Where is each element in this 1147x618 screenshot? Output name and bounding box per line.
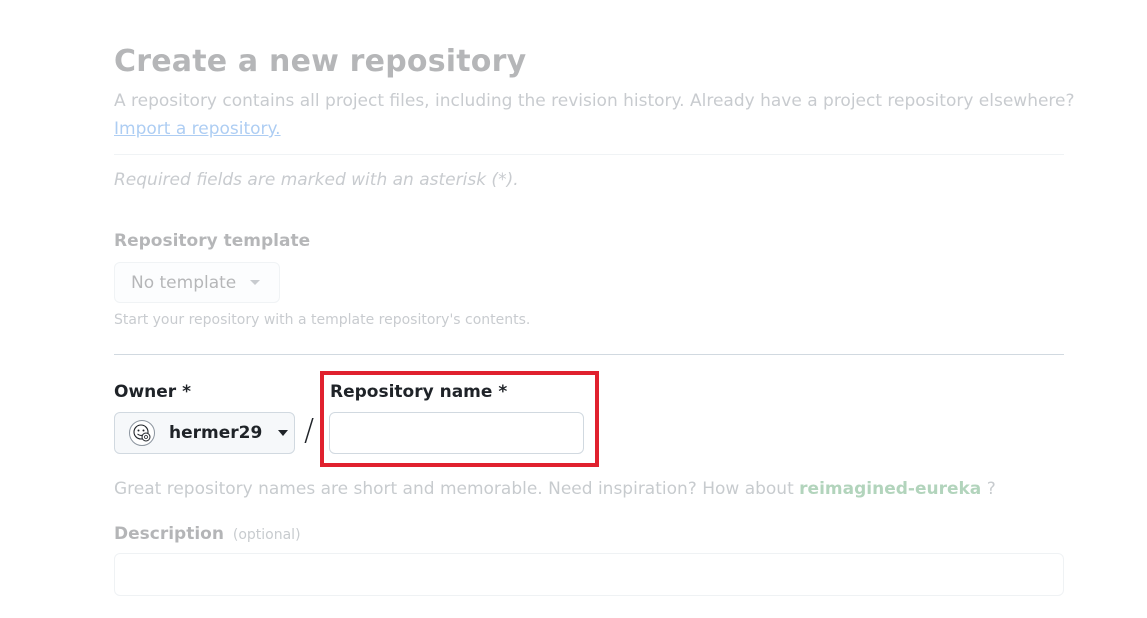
caret-down-icon — [250, 280, 261, 285]
owner-name: hermer29 — [169, 423, 263, 443]
repository-name-label: Repository name * — [330, 382, 508, 402]
required-fields-note: Required fields are marked with an aster… — [114, 170, 519, 190]
divider — [114, 154, 1064, 155]
owner-select-button[interactable]: hermer29 — [114, 412, 295, 454]
description-optional-tag: (optional) — [232, 527, 301, 543]
owner-repo-separator: / — [304, 413, 315, 448]
template-label: Repository template — [114, 231, 311, 251]
repository-name-input[interactable] — [329, 412, 584, 454]
page-title: Create a new repository — [114, 44, 527, 79]
divider — [114, 354, 1064, 355]
template-selected-value: No template — [131, 272, 237, 293]
avatar-icon — [129, 420, 155, 446]
description-label: Description (optional) — [114, 524, 301, 544]
name-hint-prefix: Great repository names are short and mem… — [114, 479, 794, 499]
template-select-button[interactable]: No template — [114, 262, 280, 303]
page-lead-text: A repository contains all project files,… — [114, 91, 1075, 111]
caret-down-icon — [278, 430, 289, 436]
description-label-text: Description — [114, 524, 224, 544]
template-hint: Start your repository with a template re… — [114, 312, 531, 328]
name-hint-suffix: ? — [986, 479, 996, 499]
description-input[interactable] — [114, 553, 1064, 596]
name-suggestion-link[interactable]: reimagined-eureka — [799, 479, 981, 499]
repository-name-hint: Great repository names are short and mem… — [114, 479, 996, 499]
owner-label: Owner * — [114, 382, 191, 402]
import-repository-link[interactable]: Import a repository. — [114, 119, 281, 139]
